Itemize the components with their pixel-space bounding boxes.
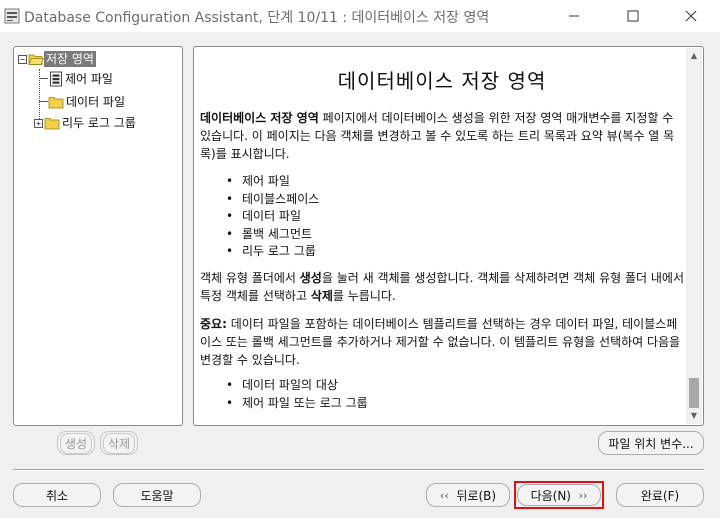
back-button[interactable]: ‹‹ 뒤로(B) <box>426 483 510 507</box>
collapse-icon[interactable]: − <box>18 54 27 64</box>
folder-icon <box>48 97 64 109</box>
list-item: 롤백 세그먼트 <box>226 226 319 244</box>
file-location-variables-button[interactable]: 파일 위치 변수... <box>598 431 704 455</box>
scroll-thumb[interactable] <box>689 378 699 408</box>
tree-item-data-file[interactable]: 데이터 파일 <box>48 93 127 111</box>
help-content-panel: 데이터베이스 저장 영역 데이터베이스 저장 영역 페이지에서 데이터베이스 생… <box>193 46 704 426</box>
expand-icon[interactable]: + <box>34 118 43 128</box>
tree-connector <box>39 101 48 102</box>
close-icon[interactable] <box>677 4 705 28</box>
object-list: 제어 파일 테이블스페이스 데이터 파일 롤백 세그먼트 리두 로그 그룹 <box>226 173 319 261</box>
folder-icon <box>44 118 60 130</box>
delete-button[interactable]: 삭제 <box>100 431 138 455</box>
create-text-post: 를 누릅니다. <box>332 289 396 303</box>
create-text-pre: 객체 유형 폴더에서 <box>200 271 300 285</box>
finish-button[interactable]: 완료(F) <box>616 483 704 507</box>
scroll-up-icon[interactable]: ▲ <box>686 48 702 64</box>
list-item: 리두 로그 그룹 <box>226 243 319 261</box>
intro-paragraph: 데이터베이스 저장 영역 페이지에서 데이터베이스 생성을 위한 저장 영역 매… <box>200 109 684 163</box>
minimize-icon[interactable] <box>560 4 588 28</box>
note-bold: 중요: <box>200 317 227 331</box>
tree-connector <box>39 78 48 79</box>
scroll-down-icon[interactable]: ▼ <box>686 408 702 424</box>
help-content: 데이터베이스 저장 영역 데이터베이스 저장 영역 페이지에서 데이터베이스 생… <box>200 47 684 425</box>
tree-item-control-file[interactable]: 제어 파일 <box>49 70 115 88</box>
storage-tree: − 저장 영역 제어 파일 데이터 파일 + 리두 로그 그룹 <box>13 46 183 426</box>
maximize-icon[interactable] <box>619 4 647 28</box>
window-title: Database Configuration Assistant, 단계 10/… <box>24 10 490 26</box>
changeable-list: 데이터 파일의 대상 제어 파일 또는 로그 그룹 <box>226 377 368 412</box>
tree-label-control-file: 제어 파일 <box>65 72 113 86</box>
title-bar: Database Configuration Assistant, 단계 10/… <box>0 0 720 32</box>
create-button[interactable]: 생성 <box>57 431 95 455</box>
list-item: 제어 파일 또는 로그 그룹 <box>226 395 368 413</box>
content-title: 데이터베이스 저장 영역 <box>337 69 547 93</box>
back-label: 뒤로(B) <box>456 488 497 503</box>
content-scrollbar[interactable]: ▲ ▼ <box>686 48 702 424</box>
list-item: 데이터 파일의 대상 <box>226 377 368 395</box>
list-item: 제어 파일 <box>226 173 319 191</box>
intro-bold: 데이터베이스 저장 영역 <box>200 111 319 125</box>
dialog-body: − 저장 영역 제어 파일 데이터 파일 + 리두 로그 그룹 데이터베이스 저… <box>0 32 720 518</box>
control-file-icon <box>50 71 62 87</box>
tree-label-redo-log-group: 리두 로그 그룹 <box>62 116 136 130</box>
tree-label-storage: 저장 영역 <box>44 51 96 67</box>
create-bold: 생성 <box>299 271 322 285</box>
separator <box>13 469 704 471</box>
next-button-highlight <box>514 481 604 509</box>
list-item: 테이블스페이스 <box>226 191 319 209</box>
note-text: 데이터 파일을 포함하는 데이터베이스 템플리트를 선택하는 경우 데이터 파일… <box>200 317 681 367</box>
tree-item-redo-log-group[interactable]: + 리두 로그 그룹 <box>34 114 138 132</box>
chevron-left-icon: ‹‹ <box>439 488 449 502</box>
note-paragraph: 중요: 데이터 파일을 포함하는 데이터베이스 템플리트를 선택하는 경우 데이… <box>200 315 684 369</box>
help-button[interactable]: 도움말 <box>113 483 201 507</box>
tree-label-data-file: 데이터 파일 <box>66 95 126 109</box>
cancel-button[interactable]: 취소 <box>13 483 101 507</box>
folder-open-icon <box>28 54 44 65</box>
delete-bold: 삭제 <box>310 289 333 303</box>
list-item: 데이터 파일 <box>226 208 319 226</box>
tree-item-storage[interactable]: − 저장 영역 <box>18 50 96 68</box>
app-icon <box>4 8 20 24</box>
create-delete-paragraph: 객체 유형 폴더에서 생성을 눌러 새 객체를 생성합니다. 객체를 삭제하려면… <box>200 269 684 305</box>
